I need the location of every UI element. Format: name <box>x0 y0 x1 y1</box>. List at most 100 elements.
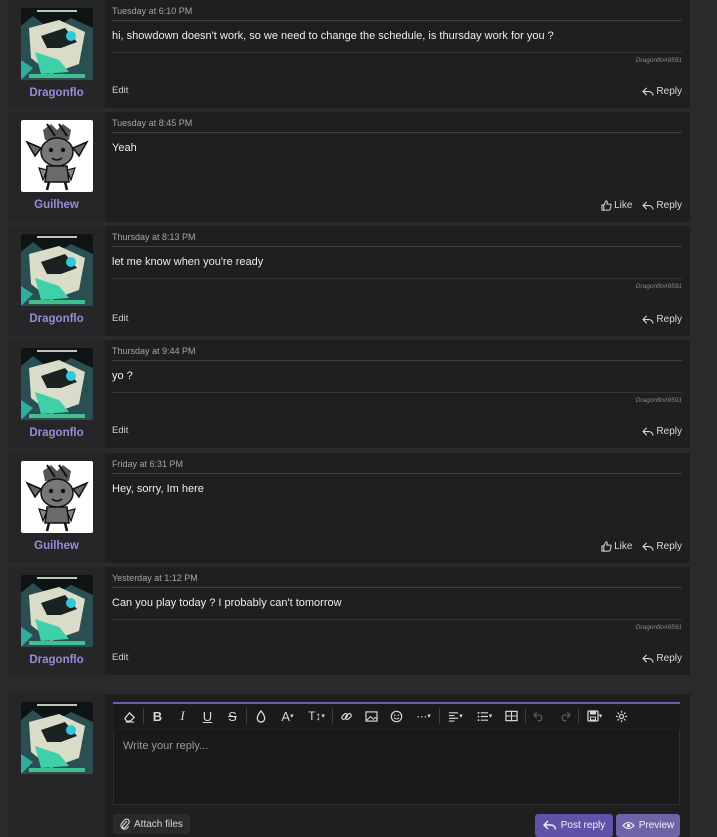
reply-textarea[interactable]: Write your reply... <box>113 730 680 805</box>
message-actions: Reply <box>642 314 682 325</box>
message-text: hi, showdown doesn't work, so we need to… <box>112 30 554 42</box>
message-post: Dragonflo Yesterday at 1:12 PM Can you pla… <box>8 567 690 675</box>
message-text: let me know when you're ready <box>112 256 264 268</box>
underline-icon[interactable]: U <box>195 706 220 726</box>
edit-link[interactable]: Edit <box>112 85 128 96</box>
message-post: Dragonflo Thursday at 9:44 PM yo ? Dragonfl… <box>8 340 690 448</box>
divider <box>112 587 682 588</box>
username-link[interactable]: Guilhew <box>34 199 79 211</box>
message-user-cell: Dragonflo <box>8 567 105 675</box>
reply-label: Reply <box>656 426 682 437</box>
message-date[interactable]: Thursday at 9:44 PM <box>112 346 196 356</box>
attach-files-label: Attach files <box>134 818 183 830</box>
divider <box>112 473 682 474</box>
eye-icon <box>622 821 635 830</box>
message-date[interactable]: Tuesday at 8:45 PM <box>112 118 192 128</box>
message-date[interactable]: Thursday at 8:13 PM <box>112 232 196 242</box>
align-icon[interactable]: ▾ <box>441 706 470 726</box>
username-link[interactable]: Dragonflo <box>29 313 83 325</box>
reply-button[interactable]: Reply <box>642 86 682 97</box>
avatar[interactable] <box>20 348 93 420</box>
reply-user-cell <box>8 694 105 837</box>
strikethrough-icon[interactable]: S <box>220 706 245 726</box>
preview-label: Preview <box>638 820 675 831</box>
attach-files-button[interactable]: Attach files <box>113 814 190 834</box>
edit-link[interactable]: Edit <box>112 652 128 663</box>
avatar[interactable] <box>20 8 93 80</box>
thumbs-up-icon <box>601 200 612 211</box>
like-button[interactable]: Like <box>601 200 632 211</box>
edit-link[interactable]: Edit <box>112 425 128 436</box>
username-link[interactable]: Guilhew <box>34 540 79 552</box>
message-actions: Reply <box>642 426 682 437</box>
redo-icon[interactable] <box>552 706 577 726</box>
username-link[interactable]: Dragonflo <box>29 427 83 439</box>
toolbar-divider <box>246 708 247 724</box>
list-icon[interactable]: ▾ <box>470 706 499 726</box>
reply-button[interactable]: Reply <box>642 541 682 552</box>
reply-label: Reply <box>656 314 682 325</box>
message-date[interactable]: Tuesday at 6:10 PM <box>112 6 192 16</box>
editor-toolbar: B I U S A ▾ T↕ ▾ ⋯ ▾ ▾ ▾ ▾ <box>113 702 680 728</box>
signature: Dragonflo#9591 <box>635 283 682 290</box>
link-icon[interactable] <box>334 706 359 726</box>
reply-label: Reply <box>656 86 682 97</box>
avatar[interactable] <box>20 575 93 647</box>
message-post: Dragonflo Tuesday at 6:10 PM hi, showdown … <box>8 0 690 108</box>
undo-icon[interactable] <box>527 706 552 726</box>
signature-divider <box>112 278 682 279</box>
signature: Dragonflo#9591 <box>635 397 682 404</box>
signature: Dragonflo#9591 <box>635 624 682 631</box>
message-body: Friday at 6:31 PM Hey, sorry, Im here Like… <box>105 453 690 563</box>
table-icon[interactable] <box>499 706 524 726</box>
smilie-icon[interactable] <box>384 706 409 726</box>
message-text: yo ? <box>112 370 133 382</box>
reply-button[interactable]: Reply <box>642 314 682 325</box>
message-text: Yeah <box>112 142 137 154</box>
post-reply-button[interactable]: Post reply <box>535 814 613 837</box>
message-date[interactable]: Friday at 6:31 PM <box>112 459 183 469</box>
like-label: Like <box>614 200 633 211</box>
message-body: Tuesday at 6:10 PM hi, showdown doesn't w… <box>105 0 690 108</box>
preview-button[interactable]: Preview <box>616 814 680 837</box>
message-user-cell: Guilhew <box>8 453 105 563</box>
like-button[interactable]: Like <box>601 541 632 552</box>
bold-icon[interactable]: B <box>145 706 170 726</box>
drafts-icon[interactable]: ▾ <box>580 706 609 726</box>
font-family-icon[interactable]: A ▾ <box>273 706 302 726</box>
reply-icon <box>642 201 654 210</box>
avatar[interactable] <box>20 461 93 533</box>
eraser-icon[interactable] <box>117 706 142 726</box>
reply-label: Reply <box>656 541 682 552</box>
message-actions: Reply <box>642 653 682 664</box>
font-size-icon[interactable]: T↕ ▾ <box>302 706 331 726</box>
message-text: Can you play today ? I probably can't to… <box>112 597 342 609</box>
reply-icon <box>642 315 654 324</box>
username-link[interactable]: Dragonflo <box>29 654 83 666</box>
image-icon[interactable] <box>359 706 384 726</box>
reply-button[interactable]: Reply <box>642 200 682 211</box>
avatar[interactable] <box>20 702 93 774</box>
toolbar-divider <box>143 708 144 724</box>
reply-editor-area: B I U S A ▾ T↕ ▾ ⋯ ▾ ▾ ▾ ▾ Write your repl <box>105 694 690 837</box>
reply-icon <box>642 542 654 551</box>
message-date[interactable]: Yesterday at 1:12 PM <box>112 573 198 583</box>
reply-button[interactable]: Reply <box>642 653 682 664</box>
signature: Dragonflo#9591 <box>635 57 682 64</box>
message-actions: Like Reply <box>601 541 682 552</box>
more-icon[interactable]: ⋯ ▾ <box>409 706 438 726</box>
divider <box>112 20 682 21</box>
edit-link[interactable]: Edit <box>112 313 128 324</box>
reply-button[interactable]: Reply <box>642 426 682 437</box>
message-post: Guilhew Friday at 6:31 PM Hey, sorry, Im h… <box>8 453 690 563</box>
settings-icon[interactable] <box>609 706 634 726</box>
divider <box>112 360 682 361</box>
message-post: Guilhew Tuesday at 8:45 PM Yeah Like Reply <box>8 112 690 222</box>
avatar[interactable] <box>20 234 93 306</box>
avatar[interactable] <box>20 120 93 192</box>
italic-icon[interactable]: I <box>170 706 195 726</box>
text-color-icon[interactable] <box>248 706 273 726</box>
reply-label: Reply <box>656 200 682 211</box>
username-link[interactable]: Dragonflo <box>29 87 83 99</box>
reply-icon <box>642 87 654 96</box>
